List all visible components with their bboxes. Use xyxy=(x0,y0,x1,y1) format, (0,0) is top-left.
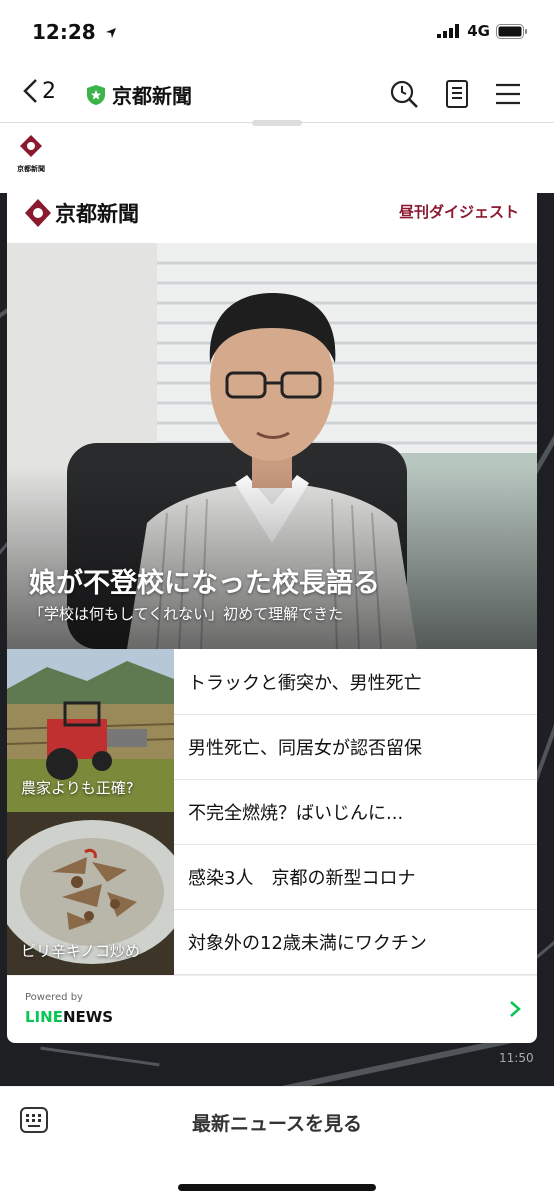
hero-article[interactable]: 娘が不登校になった校長語る 「学校は何もしてくれない」初めて理解できた xyxy=(7,243,537,649)
back-button[interactable]: 2 xyxy=(22,78,56,104)
hero-title: 娘が不登校になった校長語る xyxy=(29,568,380,599)
headline-item[interactable]: 対象外の12歳未満にワクチン xyxy=(174,909,537,975)
battery-icon xyxy=(496,23,527,39)
mini-logo-text: 京都新聞 xyxy=(17,165,45,173)
publisher-avatar[interactable]: 京都新聞 xyxy=(16,134,46,174)
verified-shield-icon xyxy=(87,85,105,105)
nav-bar: 2 京都新聞 xyxy=(0,64,554,123)
status-time: 12:28 xyxy=(32,20,117,44)
headline-item[interactable]: 男性死亡、同居女が認否留保 xyxy=(174,714,537,780)
latest-news-button[interactable]: 最新ニュースを見る xyxy=(0,1109,554,1136)
chevron-right-icon[interactable] xyxy=(509,1000,521,1018)
section-label: 昼刊ダイジェスト xyxy=(398,203,519,221)
kyoto-shimbun-logo-icon xyxy=(20,135,42,157)
kyoto-shimbun-logo-icon xyxy=(25,199,51,227)
headline-text: 感染3人 京都の新型コロナ xyxy=(188,868,416,889)
headline-text: 対象外の12歳未満にワクチン xyxy=(188,933,427,954)
headline-text: トラックと衝突か、男性死亡 xyxy=(188,673,422,694)
timestamp: 11:50 xyxy=(499,1051,534,1065)
thumbnail-caption: 農家よりも正確? xyxy=(21,779,134,797)
line-logo-text: LINE xyxy=(25,1008,63,1026)
powered-by-label: Powered by xyxy=(25,992,83,1003)
card-logo-text: 京都新聞 xyxy=(55,202,139,226)
nav-title: 京都新聞 xyxy=(112,84,192,108)
menu-icon[interactable] xyxy=(492,78,524,110)
headline-item[interactable]: トラックと衝突か、男性死亡 xyxy=(174,649,537,715)
search-history-icon[interactable] xyxy=(388,78,420,110)
headline-text: 不完全燃焼？ばいじんに... xyxy=(188,803,404,824)
hero-subtitle: 「学校は何もしてくれない」初めて理解できた xyxy=(29,605,344,623)
news-logo-text: NEWS xyxy=(62,1008,114,1026)
status-indicators: 4G xyxy=(437,22,528,40)
line-news-footer[interactable]: Powered by LINENEWS xyxy=(7,975,537,1043)
home-indicator[interactable] xyxy=(178,1184,376,1191)
bottom-bar: 最新ニュースを見る xyxy=(0,1086,554,1201)
thumbnail-tractor[interactable]: 農家よりも正確? xyxy=(7,649,174,812)
drag-handle[interactable] xyxy=(252,120,302,126)
line-news-logo: LINENEWS xyxy=(25,1008,113,1026)
signal-icon xyxy=(437,24,460,38)
headline-item[interactable]: 不完全燃焼？ばいじんに... xyxy=(174,779,537,845)
headline-text: 男性死亡、同居女が認否留保 xyxy=(188,738,422,759)
back-count: 2 xyxy=(42,78,56,104)
digest-card[interactable]: 京都新聞 昼刊ダイジェスト 娘が不登校になった校長語る 「学校は何もしてくれない… xyxy=(7,193,537,1043)
article-icon[interactable] xyxy=(441,78,473,110)
card-header: 京都新聞 昼刊ダイジェスト xyxy=(7,193,537,243)
network-label: 4G xyxy=(467,22,490,40)
thumbnail-mushroom[interactable]: ピリ辛キノコ炒め xyxy=(7,812,174,975)
chevron-left-icon xyxy=(23,79,37,103)
thumbnail-caption: ピリ辛キノコ炒め xyxy=(21,942,140,960)
headline-item[interactable]: 感染3人 京都の新型コロナ xyxy=(174,844,537,910)
location-arrow-icon xyxy=(105,28,116,38)
status-bar: 12:28 4G xyxy=(0,0,554,60)
